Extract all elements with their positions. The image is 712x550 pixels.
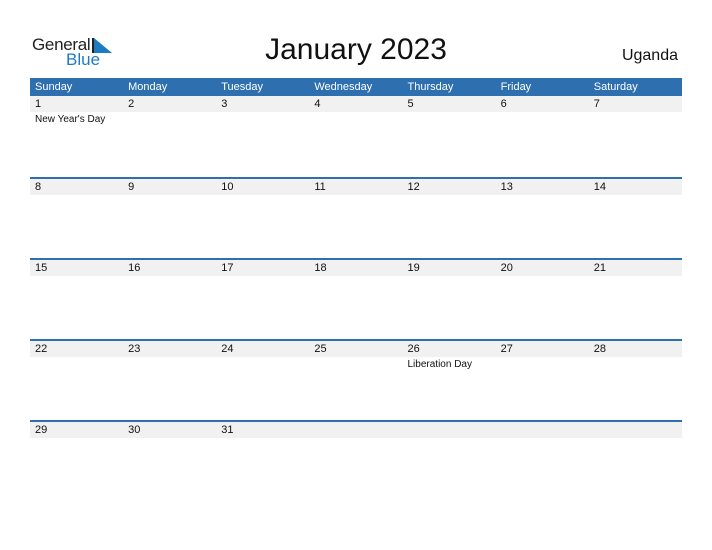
day-number-strip: 22 23 24 25 26 27 28 [30, 341, 682, 357]
holiday-label [589, 276, 682, 277]
day-number: 5 [407, 98, 414, 110]
holiday-label [216, 276, 309, 277]
day-number: 9 [128, 181, 135, 193]
weekday-label: Thursday [407, 81, 454, 93]
holiday-label [30, 195, 123, 196]
holiday-label [216, 112, 309, 127]
day-number: 20 [500, 262, 513, 274]
day-number-strip: 29 30 31 [30, 422, 682, 438]
day-number: 3 [221, 98, 228, 110]
day-number [403, 422, 496, 438]
week-row: 22 23 24 25 26 27 28 Liberation Day [30, 339, 682, 420]
holiday-label [589, 112, 682, 127]
day-number: 12 [407, 181, 420, 193]
day-number: 17 [221, 262, 234, 274]
holiday-label [123, 357, 216, 372]
event-strip: New Year's Day [30, 112, 682, 127]
week-row: 15 16 17 18 19 20 21 [30, 258, 682, 339]
day-number: 29 [35, 424, 48, 436]
day-number: 28 [593, 343, 606, 355]
weekday-label: Tuesday [221, 81, 264, 93]
weekday-label: Sunday [35, 81, 73, 93]
day-number [496, 422, 589, 438]
holiday-label [496, 112, 589, 127]
event-strip [30, 438, 682, 439]
holiday-label: New Year's Day [35, 114, 106, 125]
holiday-label [30, 276, 123, 277]
day-number: 15 [35, 262, 48, 274]
day-number: 21 [593, 262, 606, 274]
day-number: 13 [500, 181, 513, 193]
day-number: 6 [500, 98, 507, 110]
holiday-label [216, 357, 309, 372]
holiday-label [30, 357, 123, 372]
day-number: 24 [221, 343, 234, 355]
holiday-label [589, 438, 682, 439]
holiday-label [403, 438, 496, 439]
day-number: 1 [35, 98, 42, 110]
weekday-label: Friday [500, 81, 532, 93]
day-number: 23 [128, 343, 141, 355]
holiday-label [309, 438, 402, 439]
holiday-label [309, 276, 402, 277]
holiday-label [403, 112, 496, 127]
weekday-label: Wednesday [314, 81, 373, 93]
day-number: 4 [314, 98, 321, 110]
event-strip [30, 195, 682, 196]
day-number [309, 422, 402, 438]
day-number: 31 [221, 424, 234, 436]
holiday-label [589, 195, 682, 196]
day-number: 14 [593, 181, 606, 193]
day-number: 19 [407, 262, 420, 274]
event-strip [30, 276, 682, 277]
event-strip: Liberation Day [30, 357, 682, 372]
day-number: 7 [593, 98, 600, 110]
day-number: 11 [314, 181, 326, 193]
day-number: 27 [500, 343, 513, 355]
week-row: 29 30 31 [30, 420, 682, 501]
day-number [589, 422, 682, 438]
country-label: Uganda [621, 47, 678, 64]
day-number: 25 [314, 343, 327, 355]
holiday-label [309, 112, 402, 127]
holiday-label: Liberation Day [407, 359, 472, 370]
day-number: 22 [35, 343, 48, 355]
day-number: 30 [128, 424, 141, 436]
holiday-label [123, 112, 216, 127]
holiday-label [403, 195, 496, 196]
weekday-label: Saturday [593, 81, 638, 93]
holiday-label [589, 357, 682, 372]
holiday-label [403, 276, 496, 277]
day-number-strip: 15 16 17 18 19 20 21 [30, 260, 682, 276]
page-title: January 2023 [265, 33, 447, 66]
holiday-label [216, 438, 309, 439]
day-number: 2 [128, 98, 135, 110]
calendar-grid: Sunday Monday Tuesday Wednesday Thursday… [30, 78, 682, 501]
day-number: 8 [35, 181, 42, 193]
week-row: 1 2 3 4 5 6 7 New Year's Day [30, 96, 682, 177]
day-number: 26 [407, 343, 420, 355]
day-number: 16 [128, 262, 141, 274]
holiday-label [496, 276, 589, 277]
day-number: 10 [221, 181, 234, 193]
day-number-strip: 8 9 10 11 12 13 14 [30, 179, 682, 195]
holiday-label [496, 195, 589, 196]
day-number: 18 [314, 262, 327, 274]
holiday-label [309, 357, 402, 372]
holiday-label [309, 195, 402, 196]
day-number-strip: 1 2 3 4 5 6 7 [30, 96, 682, 112]
weekday-label: Monday [128, 81, 168, 93]
holiday-label [123, 276, 216, 277]
holiday-label [216, 195, 309, 196]
holiday-label [123, 195, 216, 196]
weekday-header: Sunday Monday Tuesday Wednesday Thursday… [30, 78, 682, 96]
holiday-label [123, 438, 216, 439]
holiday-label [496, 357, 589, 372]
holiday-label [496, 438, 589, 439]
week-row: 8 9 10 11 12 13 14 [30, 177, 682, 258]
holiday-label [30, 438, 123, 439]
